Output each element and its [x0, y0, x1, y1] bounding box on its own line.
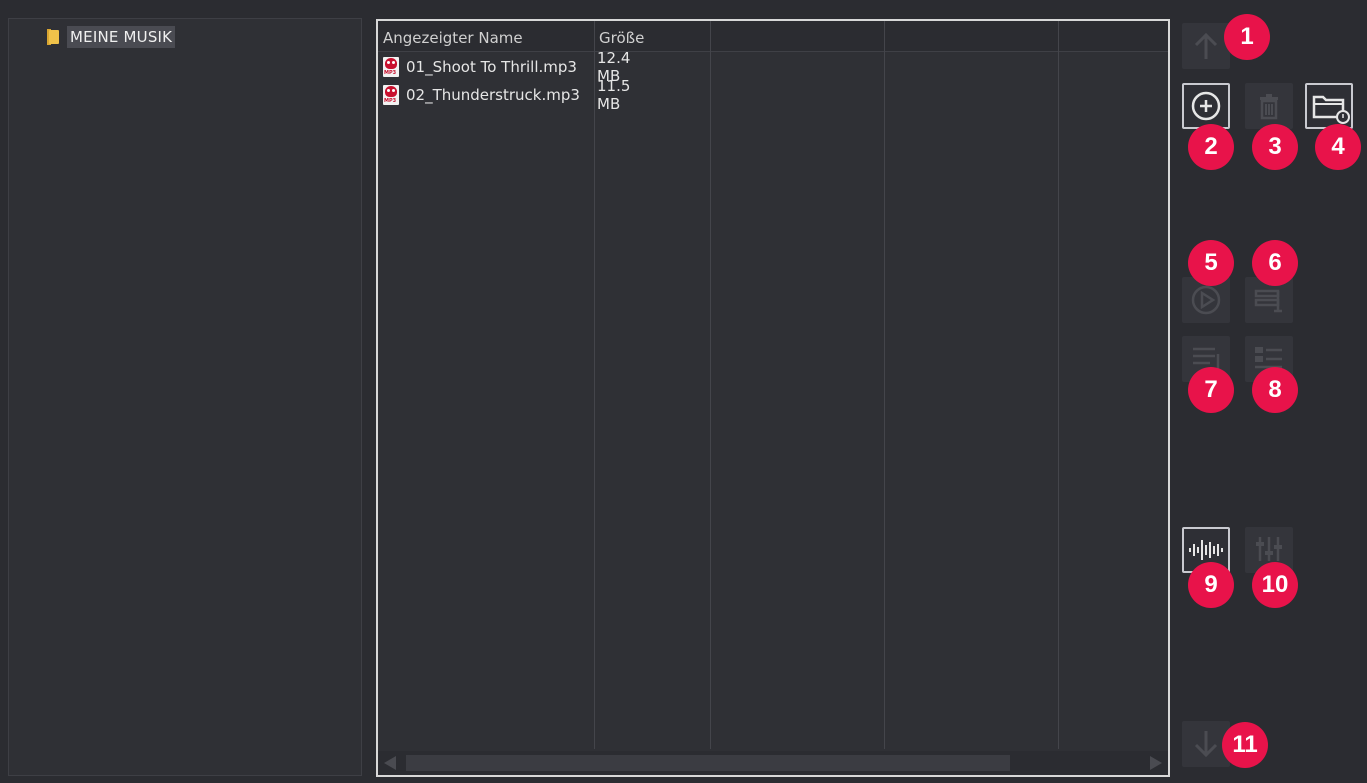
list-header: Angezeigter Name Größe [378, 21, 1168, 52]
file-name: 02_Thunderstruck.mp3 [406, 86, 580, 104]
file-name: 01_Shoot To Thrill.mp3 [406, 58, 577, 76]
badge-3: 3 [1252, 124, 1298, 170]
badge-1: 1 [1224, 14, 1270, 60]
column-header-4[interactable] [884, 21, 1058, 51]
delete-button[interactable] [1245, 83, 1293, 129]
badge-4: 4 [1315, 124, 1361, 170]
folder-search-icon [1312, 95, 1350, 124]
scroll-right-icon[interactable] [1150, 756, 1162, 770]
badge-8: 8 [1252, 367, 1298, 413]
scrollbar-thumb[interactable] [406, 755, 1010, 771]
open-folder-button[interactable] [1305, 83, 1353, 129]
column-divider [1058, 21, 1059, 749]
column-header-3[interactable] [710, 21, 884, 51]
badge-6: 6 [1252, 240, 1298, 286]
column-divider [710, 21, 711, 749]
badge-11: 11 [1222, 722, 1268, 768]
column-header-size[interactable]: Größe [594, 21, 710, 51]
tree-item-label: MEINE MUSIK [67, 26, 176, 48]
scroll-left-icon[interactable] [384, 756, 396, 770]
column-divider [884, 21, 885, 749]
mp3-file-icon: MP3 [383, 57, 399, 77]
folder-icon [47, 28, 61, 46]
file-row[interactable]: MP3 01_Shoot To Thrill.mp3 12.4 MB [378, 49, 630, 85]
add-button[interactable] [1182, 83, 1230, 129]
file-row[interactable]: MP3 02_Thunderstruck.mp3 11.5 MB [378, 77, 630, 113]
mp3-file-icon: MP3 [383, 85, 399, 105]
arrow-up-icon [1194, 32, 1218, 59]
move-up-button[interactable] [1182, 23, 1230, 69]
badge-7: 7 [1188, 367, 1234, 413]
badge-2: 2 [1188, 124, 1234, 170]
file-size: 11.5 MB [597, 77, 631, 113]
badge-5: 5 [1188, 240, 1234, 286]
tree-item-meine-musik[interactable]: MEINE MUSIK [47, 25, 176, 49]
badge-10: 10 [1252, 562, 1298, 608]
column-header-5[interactable] [1058, 21, 1168, 51]
horizontal-scrollbar[interactable] [378, 751, 1168, 775]
file-list-panel[interactable]: Angezeigter Name Größe MP3 01_Shoot To T… [376, 19, 1170, 777]
folder-tree-panel[interactable]: MEINE MUSIK [8, 18, 362, 776]
badge-9: 9 [1188, 562, 1234, 608]
trash-icon [1260, 94, 1278, 120]
app-window: MEINE MUSIK Angezeigter Name Größe MP3 0… [0, 0, 1367, 783]
column-header-name[interactable]: Angezeigter Name [378, 21, 594, 51]
column-divider [594, 21, 595, 749]
add-circle-icon [1191, 91, 1221, 121]
